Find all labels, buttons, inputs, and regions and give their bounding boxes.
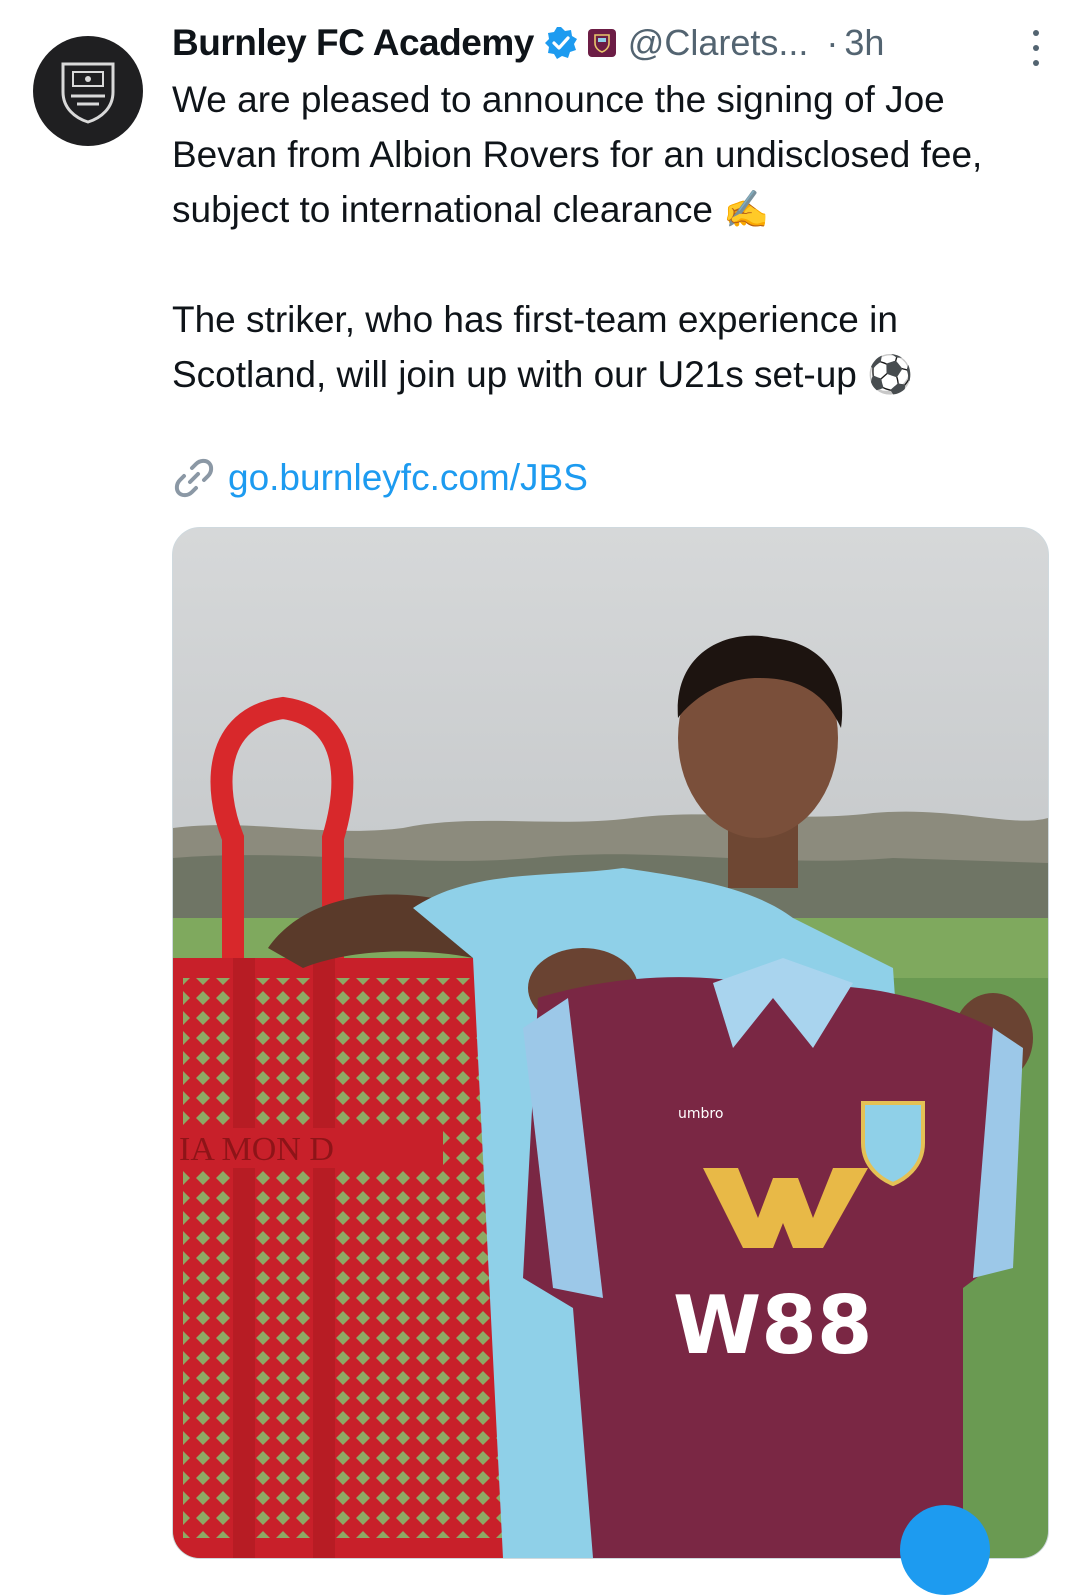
link-text: go.burnleyfc.com/JBS	[228, 457, 588, 498]
timestamp[interactable]: 3h	[844, 22, 884, 64]
compose-button[interactable]	[900, 1505, 990, 1595]
separator-dot: ·	[826, 22, 839, 63]
more-options-icon[interactable]	[1030, 30, 1042, 66]
tweet-paragraph-1: We are pleased to announce the signing o…	[172, 79, 983, 230]
verified-badge-icon[interactable]	[544, 26, 578, 60]
tweet-link[interactable]: go.burnleyfc.com/JBS	[172, 456, 588, 500]
affiliate-badge-icon[interactable]	[587, 29, 616, 57]
author-name[interactable]: Burnley FC Academy	[172, 22, 534, 64]
tweet-text: We are pleased to announce the signing o…	[172, 72, 1052, 402]
claret-shirt: W88 umbro	[523, 958, 1023, 1558]
shirt-sponsor-text: W88	[673, 1279, 873, 1372]
club-crest-icon	[61, 62, 115, 124]
frame-lettering: IA MON D	[179, 1131, 334, 1168]
tweet-header: Burnley FC Academy @Clarets... · 3h	[172, 18, 1048, 68]
shirt-brand-text: umbro	[678, 1106, 723, 1122]
player-photo: IA MON D W88 umbro	[173, 635, 1048, 1558]
tweet-paragraph-2: The striker, who has first-team experien…	[172, 299, 914, 395]
author-handle[interactable]: @Clarets...	[628, 22, 809, 64]
link-icon	[174, 458, 214, 498]
tweet-media-photo[interactable]: IA MON D W88 umbro	[172, 527, 1049, 1559]
author-avatar[interactable]	[33, 36, 143, 146]
